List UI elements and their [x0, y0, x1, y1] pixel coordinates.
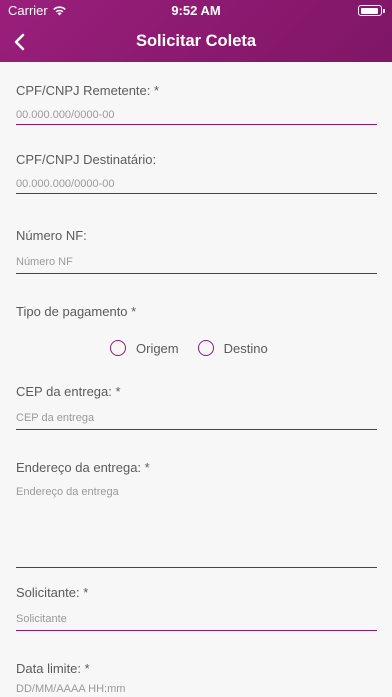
cep-entrega-field: CEP da entrega: *	[16, 384, 377, 430]
cpf-remetente-label: CPF/CNPJ Remetente: *	[16, 83, 160, 98]
cpf-remetente-field: CPF/CNPJ Remetente: *	[16, 83, 377, 125]
tipo-pagamento-field: Tipo de pagamento *	[16, 304, 377, 324]
cpf-destinatario-label: CPF/CNPJ Destinatário:	[16, 152, 157, 167]
status-time: 9:52 AM	[171, 3, 221, 18]
radio-destino-circle[interactable]	[197, 340, 214, 356]
status-bar: Carrier 9:52 AM	[0, 0, 392, 22]
radio-origem-circle[interactable]	[110, 340, 126, 356]
endereco-entrega-textarea[interactable]	[16, 486, 377, 568]
cpf-destinatario-field: CPF/CNPJ Destinatário:	[16, 152, 377, 194]
tipo-pagamento-radio-group: Origem Destino	[110, 340, 268, 356]
cpf-destinatario-input[interactable]	[16, 174, 377, 194]
tipo-pagamento-label: Tipo de pagamento *	[16, 304, 137, 319]
battery-icon	[358, 5, 385, 16]
navigation-bar: Solicitar Coleta	[0, 22, 392, 62]
cep-entrega-input[interactable]	[16, 406, 377, 430]
numero-nf-label: Número NF:	[16, 228, 87, 243]
solicitante-input[interactable]	[16, 607, 377, 631]
battery-level	[360, 7, 378, 14]
cpf-remetente-input[interactable]	[16, 105, 377, 125]
numero-nf-field: Número NF:	[16, 228, 377, 274]
radio-destino-label: Destino	[223, 340, 268, 356]
data-limite-field: Data limite: *	[16, 661, 377, 697]
radio-origem[interactable]: Origem	[110, 340, 179, 356]
data-limite-label: Data limite: *	[16, 661, 90, 676]
page-title: Solicitar Coleta	[135, 32, 257, 50]
radio-origem-label: Origem	[136, 340, 179, 356]
radio-destino[interactable]: Destino	[197, 340, 268, 356]
endereco-entrega-field: Endereço da entrega: *	[16, 460, 377, 570]
endereco-entrega-label: Endereço da entrega: *	[16, 460, 150, 475]
data-limite-input[interactable]	[16, 681, 377, 696]
numero-nf-input[interactable]	[16, 250, 377, 274]
solicitante-field: Solicitante: *	[16, 585, 377, 631]
app-header: Carrier 9:52 AM Solicitar Coleta	[0, 0, 392, 62]
solicitante-label: Solicitante: *	[16, 585, 89, 600]
cep-entrega-label: CEP da entrega: *	[16, 384, 121, 399]
